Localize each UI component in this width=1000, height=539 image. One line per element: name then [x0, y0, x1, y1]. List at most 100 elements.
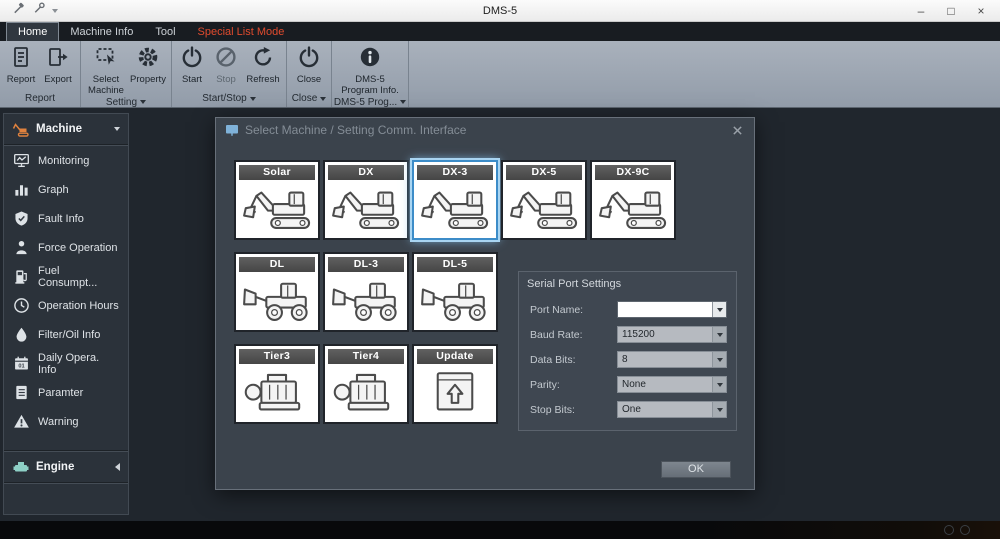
sidebar-item-parameter[interactable]: Paramter: [4, 378, 128, 407]
sidebar-item-operation-hours[interactable]: Operation Hours: [4, 291, 128, 320]
tile-label: DL: [239, 257, 315, 272]
machine-tile-dx-3[interactable]: DX-3: [412, 160, 498, 240]
sidebar-item-force-operation[interactable]: Force Operation: [4, 233, 128, 262]
ribbon-group-label-start-stop[interactable]: Start/Stop: [172, 92, 286, 107]
sidebar-item-fuel-consumption[interactable]: Fuel Consumpt...: [4, 262, 128, 291]
dialog-header: Select Machine / Setting Comm. Interface: [216, 118, 754, 142]
tile-row-excavators: Solar DX DX-3 DX-5: [234, 160, 676, 240]
ribbon-group-label-report[interactable]: Report: [0, 92, 80, 107]
machine-tile-dx-9c[interactable]: DX-9C: [590, 160, 676, 240]
sidebar-spacer: [4, 436, 128, 450]
machine-tile-dx[interactable]: DX: [323, 160, 409, 240]
baud-rate-caret-button[interactable]: [712, 327, 726, 342]
tile-label: DX-5: [506, 165, 582, 180]
select-machine-icon: [94, 45, 118, 75]
ribbon-group-program: DMS-5 Program Info. DMS-5 Prog...: [332, 41, 409, 107]
dialog-close-button[interactable]: [729, 122, 745, 138]
tile-label: DX-9C: [595, 165, 671, 180]
hammer-icon[interactable]: [12, 2, 25, 20]
stop-bits-select[interactable]: One: [617, 401, 727, 418]
warning-triangle-icon: [13, 413, 30, 430]
ribbon-group-start-stop: Start Stop Refresh Start/Stop: [172, 41, 287, 107]
sidebar-item-fault-info[interactable]: Fault Info: [4, 204, 128, 233]
machine-tile-dx-5[interactable]: DX-5: [501, 160, 587, 240]
machine-tile-dl-5[interactable]: DL-5: [412, 252, 498, 332]
maximize-button[interactable]: □: [936, 1, 966, 21]
sidebar-header-engine[interactable]: Engine: [4, 452, 128, 482]
machine-tile-tier4[interactable]: Tier4: [323, 344, 409, 424]
engine-art: [240, 366, 314, 420]
select-machine-button[interactable]: Select Machine: [84, 43, 128, 97]
property-button[interactable]: Property: [128, 43, 168, 97]
fuel-pump-icon: [13, 268, 30, 285]
parity-caret-button[interactable]: [712, 377, 726, 392]
stop-bits-caret-button[interactable]: [712, 402, 726, 417]
tab-machine-info[interactable]: Machine Info: [59, 22, 144, 41]
chevron-down-icon: [717, 408, 723, 412]
data-bits-value: 8: [618, 352, 712, 367]
tab-home[interactable]: Home: [6, 22, 59, 41]
main-area: Machine Monitoring Graph Fault Info Forc…: [0, 108, 1000, 521]
machine-tile-update[interactable]: Update: [412, 344, 498, 424]
export-button[interactable]: Export: [39, 43, 77, 92]
sidebar-item-graph[interactable]: Graph: [4, 175, 128, 204]
refresh-button-label: Refresh: [246, 75, 279, 86]
close-window-button[interactable]: ×: [966, 1, 996, 21]
quick-access-caret[interactable]: [52, 9, 58, 13]
dialog-monitor-icon: [225, 123, 239, 137]
engine-collapse-caret[interactable]: [115, 463, 120, 471]
machine-tile-solar[interactable]: Solar: [234, 160, 320, 240]
dialog-title: Select Machine / Setting Comm. Interface: [245, 123, 466, 137]
stop-bits-value: One: [618, 402, 712, 417]
taskbar-status-icon[interactable]: [944, 525, 954, 535]
report-icon: [9, 45, 33, 75]
sidebar-item-daily-operation-info[interactable]: 01 Daily Opera. Info: [4, 349, 128, 378]
port-name-select[interactable]: [617, 301, 727, 318]
close-button[interactable]: Close: [290, 43, 328, 92]
minimize-button[interactable]: –: [906, 1, 936, 21]
program-info-button[interactable]: DMS-5 Program Info.: [335, 43, 405, 97]
tab-special-list-mode[interactable]: Special List Mode: [187, 22, 296, 41]
wrench-icon[interactable]: [32, 2, 45, 20]
machine-tile-dl[interactable]: DL: [234, 252, 320, 332]
sidebar: Machine Monitoring Graph Fault Info Forc…: [3, 113, 129, 515]
sidebar-item-label: Paramter: [38, 387, 83, 399]
sidebar-item-warning[interactable]: Warning: [4, 407, 128, 436]
sidebar-machine-label: Machine: [36, 123, 82, 135]
serial-port-settings-title: Serial Port Settings: [519, 272, 736, 297]
property-gear-icon: [136, 45, 160, 75]
ok-button[interactable]: OK: [661, 461, 731, 478]
parity-select[interactable]: None: [617, 376, 727, 393]
start-button[interactable]: Start: [175, 43, 209, 92]
start-power-icon: [180, 45, 204, 75]
monitoring-icon: [13, 152, 30, 169]
machine-tile-dl-3[interactable]: DL-3: [323, 252, 409, 332]
wheel-loader-art: [418, 274, 492, 328]
export-button-label: Export: [44, 75, 71, 86]
report-button[interactable]: Report: [3, 43, 39, 92]
sidebar-item-monitoring[interactable]: Monitoring: [4, 146, 128, 175]
refresh-button[interactable]: Refresh: [243, 43, 283, 92]
stop-button[interactable]: Stop: [209, 43, 243, 92]
force-operation-person-icon: [13, 239, 30, 256]
machine-dropdown-caret[interactable]: [114, 127, 120, 131]
sidebar-item-filter-oil-info[interactable]: Filter/Oil Info: [4, 320, 128, 349]
ribbon-tab-row: Home Machine Info Tool Special List Mode: [0, 22, 1000, 41]
data-bits-select[interactable]: 8: [617, 351, 727, 368]
data-bits-caret-button[interactable]: [712, 352, 726, 367]
tab-tool[interactable]: Tool: [144, 22, 186, 41]
taskbar-status-icon[interactable]: [960, 525, 970, 535]
export-icon: [46, 45, 70, 75]
excavator-art: [240, 182, 314, 236]
sidebar-header-machine[interactable]: Machine: [4, 114, 128, 144]
parity-label: Parity:: [530, 379, 617, 391]
tile-label: DX-3: [417, 165, 493, 180]
ribbon: Report Export Report Select Machine Prop…: [0, 41, 1000, 108]
baud-rate-select[interactable]: 115200: [617, 326, 727, 343]
port-name-caret-button[interactable]: [712, 302, 726, 317]
ribbon-group-label-close[interactable]: Close: [287, 92, 331, 107]
close-button-label: Close: [297, 75, 321, 86]
info-icon: [358, 45, 382, 75]
machine-tile-tier3[interactable]: Tier3: [234, 344, 320, 424]
bottom-bar: [0, 521, 1000, 539]
